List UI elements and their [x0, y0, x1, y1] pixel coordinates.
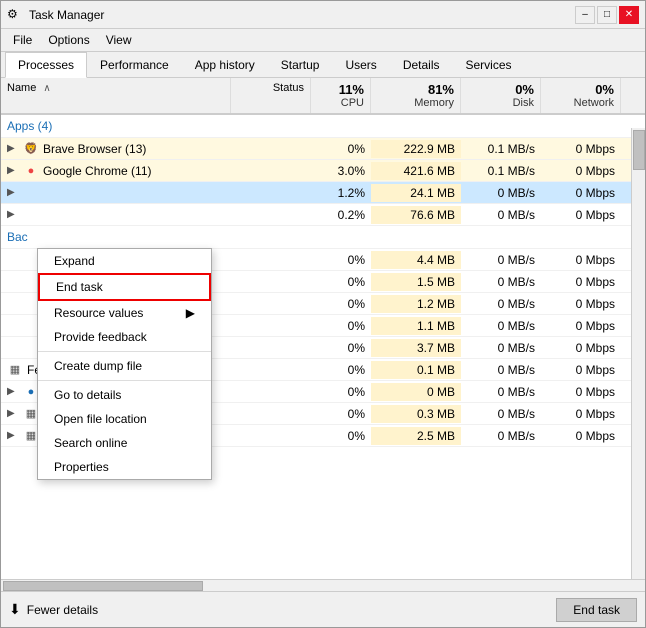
- title-bar-left: ⚙ Task Manager: [7, 7, 104, 23]
- tab-details[interactable]: Details: [390, 52, 453, 78]
- expand-icon: ▶: [7, 386, 19, 397]
- ctx-resource-values[interactable]: Resource values ▶: [38, 301, 211, 325]
- col-header-name[interactable]: Name ∧: [1, 78, 231, 113]
- ctx-go-to-details[interactable]: Go to details: [38, 383, 211, 407]
- col-header-status[interactable]: Status: [231, 78, 311, 113]
- ctx-provide-feedback[interactable]: Provide feedback: [38, 325, 211, 349]
- col-header-memory[interactable]: 81% Memory: [371, 78, 461, 113]
- app4-cpu: 0.2%: [311, 206, 371, 224]
- tab-users[interactable]: Users: [332, 52, 389, 78]
- app-icon: ⚙: [7, 7, 23, 23]
- background-section-header: Bac: [1, 226, 645, 249]
- process-name-4: ▶: [1, 205, 231, 225]
- col-header-disk[interactable]: 0% Disk: [461, 78, 541, 113]
- brave-memory: 222.9 MB: [371, 140, 461, 158]
- process-name-selected: ▶: [1, 183, 231, 203]
- brave-icon: 🦁: [23, 141, 39, 157]
- menu-view[interactable]: View: [98, 31, 140, 49]
- tab-performance[interactable]: Performance: [87, 52, 182, 78]
- selected-cpu: 1.2%: [311, 184, 371, 202]
- table-row[interactable]: ▶ ● Google Chrome (11) 3.0% 421.6 MB 0.1…: [1, 160, 645, 182]
- process-name-brave: ▶ 🦁 Brave Browser (13): [1, 139, 231, 159]
- fewer-details-button[interactable]: ⬇ Fewer details: [9, 601, 98, 618]
- chrome-disk: 0.1 MB/s: [461, 162, 541, 180]
- chrome-cpu: 3.0%: [311, 162, 371, 180]
- table-row[interactable]: ▶ 🦁 Brave Browser (13) 0% 222.9 MB 0.1 M…: [1, 138, 645, 160]
- horizontal-scrollbar[interactable]: [1, 579, 645, 591]
- app4-network: 0 Mbps: [541, 206, 621, 224]
- ctx-separator-1: [38, 351, 211, 352]
- table-row[interactable]: ▶ 1.2% 24.1 MB 0 MB/s 0 Mbps: [1, 182, 645, 204]
- h-scrollbar-thumb[interactable]: [3, 581, 203, 591]
- brave-network: 0 Mbps: [541, 140, 621, 158]
- maximize-button[interactable]: □: [597, 6, 617, 24]
- expand-icon: ▶: [7, 143, 19, 154]
- tab-startup[interactable]: Startup: [268, 52, 333, 78]
- expand-icon: ▶: [7, 209, 19, 220]
- selected-memory: 24.1 MB: [371, 184, 461, 202]
- ctx-expand[interactable]: Expand: [38, 249, 211, 273]
- background-section-label: Bac: [1, 226, 231, 248]
- expand-icon: ▶: [7, 165, 19, 176]
- brave-disk: 0.1 MB/s: [461, 140, 541, 158]
- app4-icon: [23, 207, 39, 223]
- fewer-details-icon: ⬇: [9, 601, 21, 618]
- selected-app-icon: [23, 185, 39, 201]
- app4-status: [231, 213, 311, 217]
- ctx-open-file-location[interactable]: Open file location: [38, 407, 211, 431]
- col-header-cpu[interactable]: 11% CPU: [311, 78, 371, 113]
- selected-network: 0 Mbps: [541, 184, 621, 202]
- selected-status: [231, 191, 311, 195]
- process-table: Name ∧ Status 11% CPU 81% Memory 0% Disk…: [1, 78, 645, 579]
- apps-section-header: Apps (4): [1, 115, 645, 138]
- submenu-arrow-icon: ▶: [186, 306, 195, 320]
- chrome-memory: 421.6 MB: [371, 162, 461, 180]
- table-header: Name ∧ Status 11% CPU 81% Memory 0% Disk…: [1, 78, 645, 115]
- table-row[interactable]: ▶ 0.2% 76.6 MB 0 MB/s 0 Mbps: [1, 204, 645, 226]
- chrome-status: [231, 169, 311, 173]
- vertical-scrollbar[interactable]: [631, 128, 645, 579]
- tab-services[interactable]: Services: [453, 52, 525, 78]
- ctx-properties[interactable]: Properties: [38, 455, 211, 479]
- menu-file[interactable]: File: [5, 31, 40, 49]
- app4-disk: 0 MB/s: [461, 206, 541, 224]
- menu-bar: File Options View: [1, 29, 645, 52]
- ctx-create-dump[interactable]: Create dump file: [38, 354, 211, 378]
- brave-status: [231, 147, 311, 151]
- tab-bar: Processes Performance App history Startu…: [1, 52, 645, 78]
- sort-arrow-icon: ∧: [43, 83, 50, 94]
- close-button[interactable]: ✕: [619, 6, 639, 24]
- ctx-search-online[interactable]: Search online: [38, 431, 211, 455]
- col-header-network[interactable]: 0% Network: [541, 78, 621, 113]
- menu-options[interactable]: Options: [40, 31, 97, 49]
- window-title: Task Manager: [29, 8, 104, 22]
- selected-disk: 0 MB/s: [461, 184, 541, 202]
- chrome-icon: ●: [23, 163, 39, 179]
- bottom-bar: ⬇ Fewer details End task: [1, 591, 645, 627]
- tab-processes[interactable]: Processes: [5, 52, 87, 78]
- features-icon: ▦: [7, 362, 23, 378]
- title-bar: ⚙ Task Manager – □ ✕: [1, 1, 645, 29]
- chrome-network: 0 Mbps: [541, 162, 621, 180]
- ctx-end-task[interactable]: End task: [38, 273, 211, 301]
- title-bar-controls: – □ ✕: [575, 6, 639, 24]
- expand-icon: ▶: [7, 408, 19, 419]
- process-name-chrome: ▶ ● Google Chrome (11): [1, 161, 231, 181]
- minimize-button[interactable]: –: [575, 6, 595, 24]
- context-menu: Expand End task Resource values ▶ Provid…: [37, 248, 212, 480]
- app4-memory: 76.6 MB: [371, 206, 461, 224]
- scrollbar-thumb[interactable]: [633, 130, 645, 170]
- tab-app-history[interactable]: App history: [182, 52, 268, 78]
- task-manager-window: ⚙ Task Manager – □ ✕ File Options View P…: [0, 0, 646, 628]
- expand-icon: ▶: [7, 187, 19, 198]
- expand-icon: ▶: [7, 430, 19, 441]
- brave-cpu: 0%: [311, 140, 371, 158]
- apps-section-label: Apps (4): [1, 115, 231, 137]
- end-task-button[interactable]: End task: [556, 598, 637, 622]
- ctx-separator-2: [38, 380, 211, 381]
